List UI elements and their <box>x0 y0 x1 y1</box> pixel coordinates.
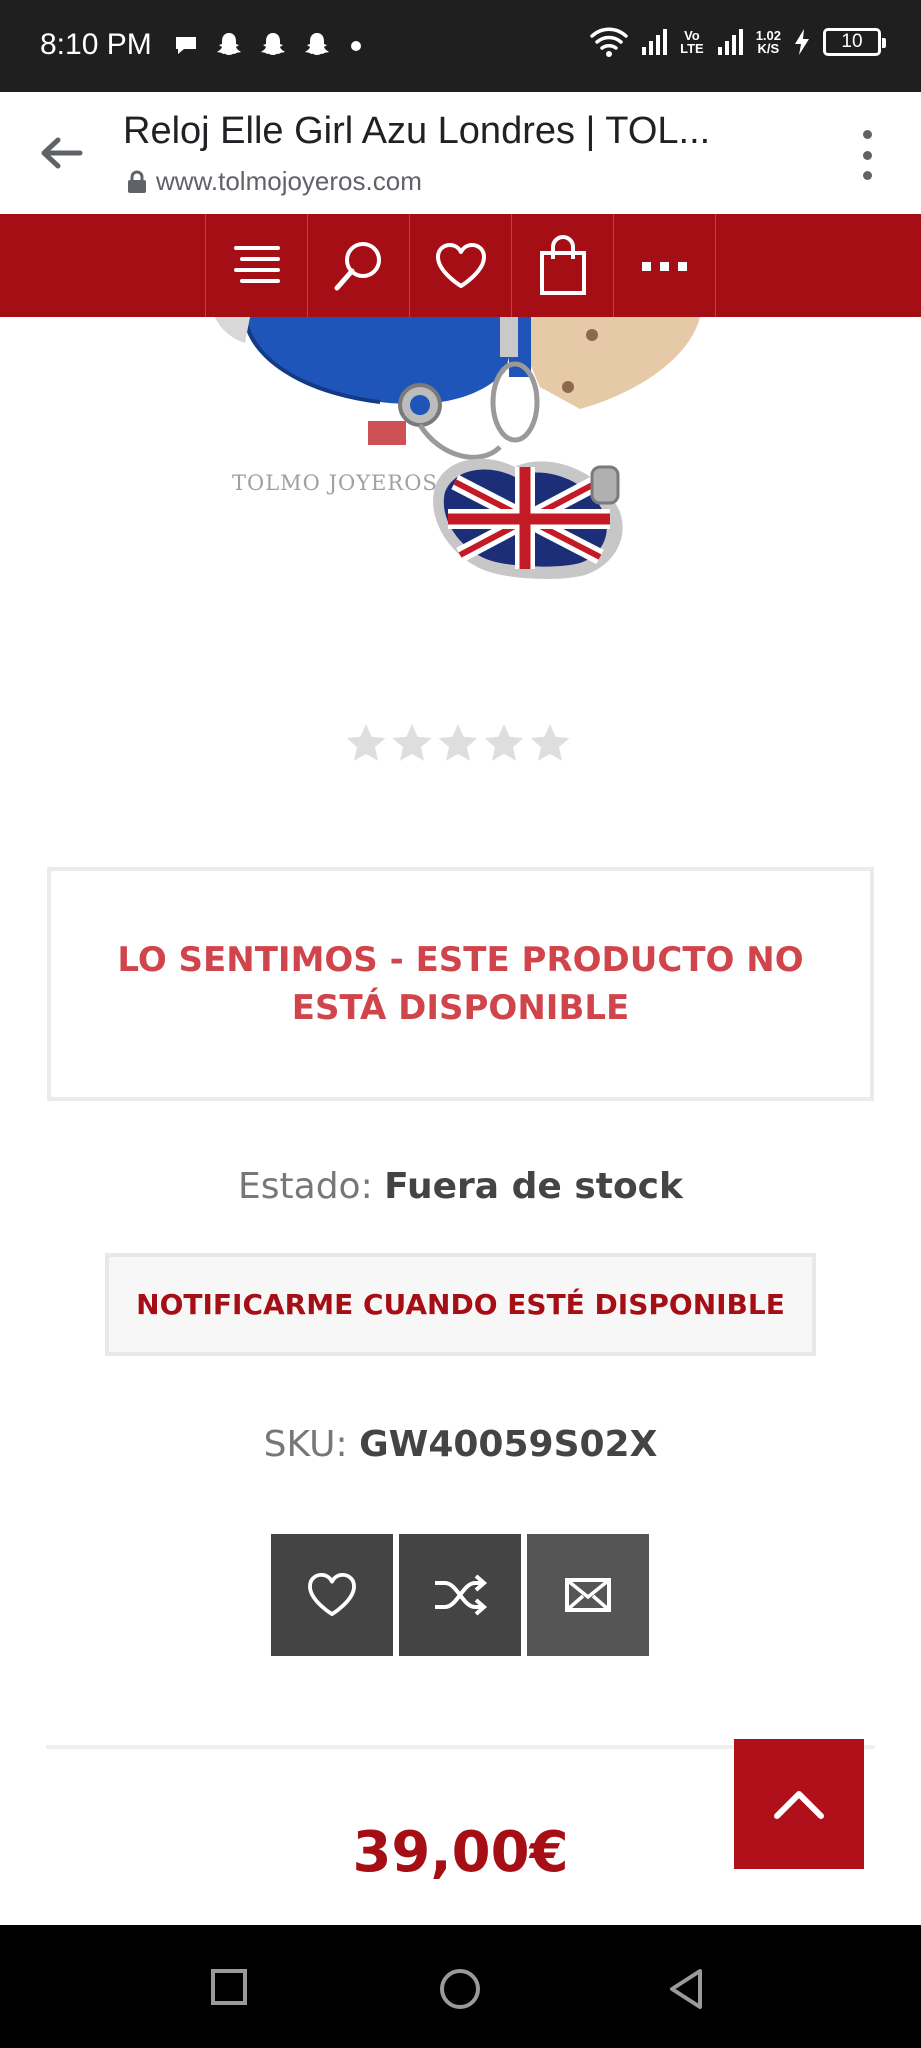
star-empty-icon <box>438 724 478 761</box>
unavailable-notice: LO SENTIMOS - ESTE PRODUCTO NO ESTÁ DISP… <box>47 867 874 1101</box>
product-sku: SKU: GW40059S02X <box>0 1424 921 1465</box>
star-empty-icon <box>484 724 524 761</box>
envelope-icon <box>565 1578 611 1612</box>
star-empty-icon <box>346 724 386 761</box>
status-bar: 8:10 PM Vo LTE 1.02 K/S 10 <box>0 0 921 92</box>
page-title[interactable]: Reloj Elle Girl Azu Londres | TOL... <box>123 110 743 153</box>
net-speed-unit: K/S <box>757 41 780 56</box>
recent-apps-button[interactable] <box>210 1968 248 2006</box>
site-nav-bar <box>0 214 921 317</box>
watch-strap-image <box>215 317 700 579</box>
system-back-button[interactable] <box>666 1967 706 2011</box>
search-button[interactable] <box>308 214 410 317</box>
home-button[interactable] <box>438 1967 482 2011</box>
product-actions <box>271 1534 649 1656</box>
stock-status-value: Fuera de stock <box>384 1166 683 1207</box>
dot-icon <box>862 150 872 160</box>
unavailable-message: LO SENTIMOS - ESTE PRODUCTO NO ESTÁ DISP… <box>117 940 804 1028</box>
network-speed: 1.02 K/S <box>756 29 781 55</box>
more-notifications-dot-icon <box>351 41 361 51</box>
back-button[interactable] <box>36 128 86 178</box>
overflow-menu-button[interactable] <box>857 130 877 180</box>
lock-icon <box>128 170 146 193</box>
heart-icon <box>435 242 486 288</box>
notification-icons <box>172 30 366 60</box>
product-rating <box>345 722 571 764</box>
shopping-bag-icon <box>539 234 586 295</box>
snapchat-icon <box>305 33 329 55</box>
notify-when-available-button[interactable]: NOTIFICARME CUANDO ESTÉ DISPONIBLE <box>105 1253 816 1356</box>
star-empty-icon <box>392 724 432 761</box>
message-icon <box>176 37 196 54</box>
scroll-to-top-button[interactable] <box>734 1739 864 1869</box>
wifi-icon <box>590 27 628 57</box>
signal-icon <box>642 29 668 55</box>
volte-bottom: LTE <box>680 41 704 56</box>
status-time: 8:10 PM <box>40 28 152 61</box>
compare-button[interactable] <box>399 1534 521 1656</box>
cart-button[interactable] <box>512 214 614 317</box>
product-image[interactable]: TOLMO JOYEROS <box>0 317 921 617</box>
sku-label: SKU: <box>263 1424 348 1465</box>
system-navigation-bar <box>0 1925 921 2048</box>
browser-toolbar: Reloj Elle Girl Azu Londres | TOL... www… <box>0 92 921 214</box>
signal-icon <box>717 29 743 55</box>
snapchat-icon <box>261 33 285 55</box>
dot-icon <box>862 171 872 180</box>
chevron-up-icon <box>774 1791 824 1819</box>
system-status-icons: Vo LTE 1.02 K/S 10 <box>590 26 886 58</box>
star-empty-icon <box>530 724 570 761</box>
menu-button[interactable] <box>206 214 308 317</box>
url-text: www.tolmojoyeros.com <box>156 166 422 196</box>
url-bar[interactable]: www.tolmojoyeros.com <box>126 166 422 197</box>
image-watermark: TOLMO JOYEROS <box>232 471 438 495</box>
heart-icon <box>308 1572 356 1617</box>
charging-bolt-icon <box>795 29 809 55</box>
snapchat-icon <box>217 33 241 55</box>
volte-indicator: Vo LTE <box>680 29 704 55</box>
more-button[interactable] <box>614 214 716 317</box>
add-to-wishlist-button[interactable] <box>271 1534 393 1656</box>
wishlist-button[interactable] <box>410 214 512 317</box>
stock-status: Estado: Fuera de stock <box>0 1166 921 1207</box>
shuffle-icon <box>435 1574 488 1616</box>
battery-indicator: 10 <box>823 28 886 56</box>
search-icon <box>334 241 381 290</box>
stock-status-label: Estado: <box>238 1166 373 1207</box>
arrow-left-icon <box>41 137 83 169</box>
hamburger-icon <box>233 245 280 283</box>
ellipsis-icon <box>641 261 687 271</box>
dot-icon <box>862 130 872 139</box>
email-friend-button[interactable] <box>527 1534 649 1656</box>
sku-value: GW40059S02X <box>359 1424 658 1465</box>
